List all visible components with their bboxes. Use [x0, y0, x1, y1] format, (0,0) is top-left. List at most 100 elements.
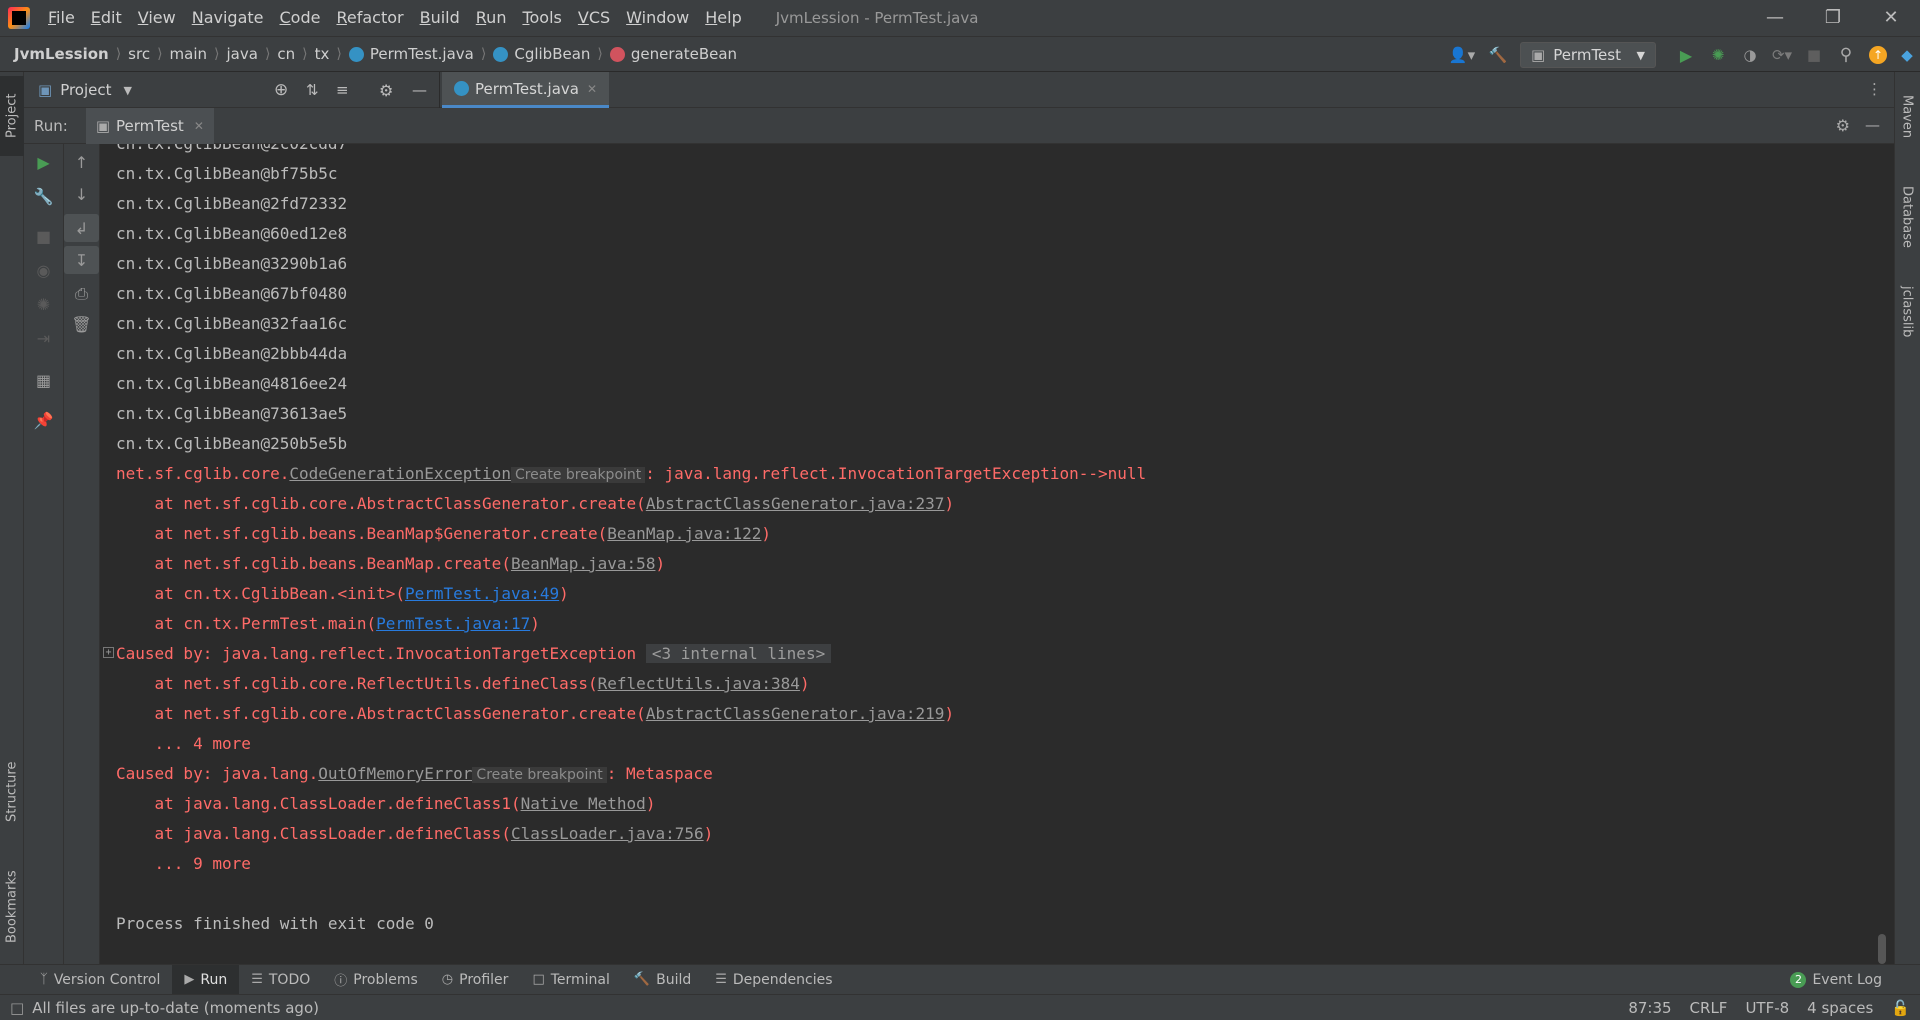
stack-frame-link[interactable]: Native Method	[521, 794, 646, 813]
restore-icon[interactable]: ❐	[1804, 0, 1862, 36]
profile-icon[interactable]: ⟳▾	[1766, 37, 1798, 73]
breadcrumb-main[interactable]: main	[170, 45, 207, 63]
trash-icon[interactable]: 🗑	[64, 310, 99, 338]
user-icon[interactable]: 👤▾	[1442, 37, 1482, 73]
menu-build[interactable]: Build	[412, 0, 468, 36]
structure-tool-tab[interactable]: Structure	[0, 752, 24, 832]
console-scrollbar[interactable]	[1878, 934, 1886, 964]
file-encoding[interactable]: UTF-8	[1736, 999, 1798, 1017]
problems-tool-button[interactable]: ⓘ Problems	[322, 965, 430, 995]
build-hammer-icon[interactable]: 🔨	[1482, 37, 1514, 73]
stack-frame-link[interactable]: AbstractClassGenerator.java:219	[646, 704, 945, 723]
breadcrumb-class[interactable]: CglibBean	[493, 45, 590, 63]
print-icon[interactable]: ⎙	[64, 280, 99, 308]
stack-frame-link[interactable]: AbstractClassGenerator.java:237	[646, 494, 945, 513]
breadcrumb-file[interactable]: PermTest.java	[348, 45, 474, 63]
profiler-tool-button[interactable]: ◷ Profiler	[430, 965, 521, 995]
expand-all-icon[interactable]: ⇅	[306, 81, 319, 99]
update-icon[interactable]: ↑	[1862, 37, 1894, 73]
run-configuration-select[interactable]: ▣ PermTest ▼	[1520, 42, 1656, 68]
breadcrumb-tx[interactable]: tx	[315, 45, 330, 63]
breadcrumb-cn[interactable]: cn	[277, 45, 295, 63]
minimize-icon[interactable]: —	[1746, 0, 1804, 36]
line-separator[interactable]: CRLF	[1681, 999, 1737, 1017]
breadcrumb-java[interactable]: java	[227, 45, 258, 63]
arrow-down-icon[interactable]: ↓	[64, 180, 99, 208]
status-toggle-icon[interactable]: □	[10, 999, 24, 1017]
terminal-tool-button[interactable]: □ Terminal	[520, 965, 621, 995]
search-icon[interactable]: ⚲	[1830, 37, 1862, 73]
build-tool-button[interactable]: 🔨 Build	[622, 965, 703, 995]
run-icon[interactable]: ▶	[1670, 37, 1702, 73]
indent-setting[interactable]: 4 spaces	[1798, 999, 1882, 1017]
bookmarks-tool-tab[interactable]: Bookmarks	[0, 862, 24, 952]
run-tab-permtest[interactable]: ▣ PermTest ✕	[85, 107, 214, 144]
stack-frame-link[interactable]: PermTest.java:17	[376, 614, 530, 633]
console-output[interactable]: cn.tx.CglibBean@2c02cdd7 cn.tx.CglibBean…	[101, 144, 1894, 964]
debug-icon[interactable]: ✺	[24, 290, 63, 318]
locate-icon[interactable]: ⊕	[274, 80, 288, 100]
breadcrumb-project[interactable]: JvmLession	[0, 45, 109, 63]
soft-wrap-icon[interactable]: ↲	[64, 214, 99, 242]
menu-help[interactable]: Help	[697, 0, 749, 36]
stack-frame-link[interactable]: BeanMap.java:122	[607, 524, 761, 543]
menu-navigate[interactable]: Navigate	[184, 0, 272, 36]
event-log-tool-button[interactable]: 2 Event Log	[1778, 965, 1894, 995]
version-control-tool-button[interactable]: ᛉ Version Control	[28, 965, 172, 995]
debug-icon[interactable]: ✺	[1702, 37, 1734, 73]
internal-lines-fold[interactable]: <3 internal lines>	[645, 644, 832, 663]
stop-icon[interactable]: ■	[1798, 37, 1830, 73]
close-tab-icon[interactable]: ✕	[587, 82, 597, 96]
project-tool-tab[interactable]: Project	[0, 76, 24, 156]
maven-tool-tab[interactable]: Maven	[1894, 82, 1920, 152]
gear-icon[interactable]: ⚙	[379, 81, 393, 100]
scroll-to-end-icon[interactable]: ↧	[64, 246, 99, 274]
stack-frame-link[interactable]: ClassLoader.java:756	[511, 824, 704, 843]
chevron-down-icon[interactable]: ▼	[124, 84, 132, 97]
more-options-icon[interactable]: ⋮	[1867, 80, 1882, 98]
menu-refactor[interactable]: Refactor	[328, 0, 411, 36]
collapse-all-icon[interactable]: ≡	[336, 81, 349, 99]
menu-window[interactable]: Window	[618, 0, 697, 36]
stack-frame-link[interactable]: PermTest.java:49	[405, 584, 559, 603]
database-tool-tab[interactable]: Database	[1894, 172, 1920, 262]
create-breakpoint-link[interactable]: Create breakpoint	[510, 467, 646, 483]
hide-icon[interactable]: —	[412, 81, 427, 99]
pin-icon[interactable]: 📌	[24, 406, 63, 434]
menu-vcs[interactable]: VCS	[570, 0, 618, 36]
menu-edit[interactable]: Edit	[83, 0, 130, 36]
run-tool-button[interactable]: ▶ Run	[172, 964, 240, 995]
camera-icon[interactable]: ◉	[24, 256, 63, 284]
jclasslib-tool-tab[interactable]: jclasslib	[1894, 272, 1920, 352]
menu-file[interactable]: File	[40, 0, 83, 36]
menu-run[interactable]: Run	[468, 0, 515, 36]
stop-icon[interactable]: ■	[24, 222, 63, 250]
layout-icon[interactable]: ▦	[24, 366, 63, 394]
wrench-icon[interactable]: 🔧	[24, 182, 63, 210]
exception-class-link[interactable]: OutOfMemoryError	[318, 764, 472, 783]
expand-fold-icon[interactable]: +	[103, 647, 114, 658]
rerun-icon[interactable]: ▶	[24, 148, 63, 176]
arrow-up-icon[interactable]: ↑	[64, 148, 99, 176]
coverage-icon[interactable]: ◑	[1734, 37, 1766, 73]
toolbox-icon[interactable]: ◆	[1894, 37, 1920, 73]
gear-icon[interactable]: ⚙	[1836, 116, 1850, 135]
dependencies-tool-button[interactable]: ☰ Dependencies	[703, 965, 844, 995]
breadcrumb-method[interactable]: generateBean	[609, 45, 737, 63]
stack-frame-link[interactable]: BeanMap.java:58	[511, 554, 656, 573]
project-panel-title[interactable]: Project	[60, 81, 111, 99]
breadcrumb-src[interactable]: src	[128, 45, 150, 63]
menu-view[interactable]: View	[130, 0, 184, 36]
menu-tools[interactable]: Tools	[514, 0, 569, 36]
exception-class-link[interactable]: CodeGenerationException	[289, 464, 511, 483]
stack-frame-link[interactable]: ReflectUtils.java:384	[598, 674, 800, 693]
tab-permtest-java[interactable]: PermTest.java ✕	[442, 72, 610, 108]
lock-icon[interactable]: 🔓	[1882, 999, 1920, 1017]
todo-tool-button[interactable]: ☰ TODO	[239, 965, 322, 995]
close-icon[interactable]: ✕	[1862, 0, 1920, 36]
exit-icon[interactable]: ⇥	[24, 324, 63, 352]
create-breakpoint-link[interactable]: Create breakpoint	[472, 767, 607, 783]
caret-position[interactable]: 87:35	[1619, 999, 1680, 1017]
menu-code[interactable]: Code	[272, 0, 329, 36]
hide-icon[interactable]: —	[1865, 116, 1880, 134]
